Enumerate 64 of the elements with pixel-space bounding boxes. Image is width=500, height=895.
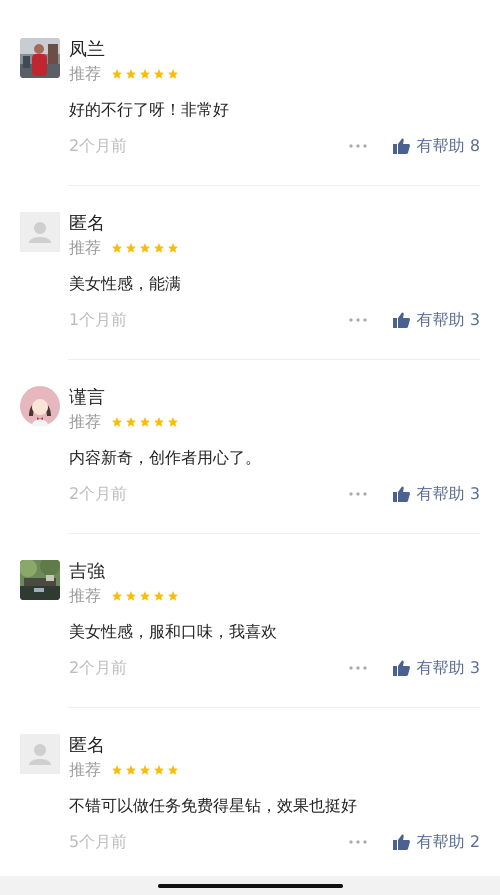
review-time: 2个月前 <box>69 135 128 157</box>
recommend-label: 推荐 <box>69 63 101 85</box>
thumbs-up-icon <box>392 138 410 154</box>
star-icon <box>167 242 179 254</box>
star-icon <box>125 68 137 80</box>
star-icon <box>125 416 137 428</box>
recommend-label: 推荐 <box>69 237 101 259</box>
helpful-button[interactable]: 有帮助 2 <box>392 830 480 854</box>
star-icon <box>125 590 137 602</box>
star-icon <box>111 764 123 776</box>
star-icon <box>153 764 165 776</box>
star-icon <box>139 242 151 254</box>
reviewer-name: 谨言 <box>69 386 106 410</box>
review-time: 2个月前 <box>69 657 128 679</box>
review-text: 不错可以做任务免费得星钻，效果也挺好 <box>69 795 358 817</box>
star-icon <box>111 416 123 428</box>
review-time: 5个月前 <box>69 831 128 853</box>
star-icon <box>167 416 179 428</box>
star-icon <box>139 68 151 80</box>
review-text: 好的不行了呀！非常好 <box>69 99 230 121</box>
star-icon <box>139 416 151 428</box>
star-icon <box>125 764 137 776</box>
reviewer-name: 吉強 <box>69 560 106 584</box>
star-icon <box>153 68 165 80</box>
recommend-label: 推荐 <box>69 585 101 607</box>
helpful-button[interactable]: 有帮助 3 <box>392 656 480 680</box>
star-icon <box>153 242 165 254</box>
more-icon[interactable] <box>348 840 367 844</box>
star-icon <box>167 68 179 80</box>
more-icon[interactable] <box>348 666 367 670</box>
review-text: 美女性感，能满 <box>69 273 182 295</box>
recommend-label: 推荐 <box>69 411 101 433</box>
star-icon <box>139 764 151 776</box>
star-icon <box>153 416 165 428</box>
reviewer-name: 匿名 <box>69 212 106 236</box>
reviewer-name: 凤兰 <box>69 38 106 62</box>
avatar-icon <box>20 734 60 774</box>
helpful-button[interactable]: 有帮助 3 <box>392 308 480 332</box>
star-icon <box>111 68 123 80</box>
thumbs-up-icon <box>392 660 410 676</box>
thumbs-up-icon <box>392 312 410 328</box>
more-icon[interactable] <box>348 492 367 496</box>
review-time: 2个月前 <box>69 483 128 505</box>
star-icon <box>167 590 179 602</box>
star-icon <box>153 590 165 602</box>
thumbs-up-icon <box>392 834 410 850</box>
star-icon <box>139 590 151 602</box>
avatar-icon <box>20 386 60 426</box>
review-text: 内容新奇，创作者用心了。 <box>69 447 262 469</box>
star-icon <box>111 242 123 254</box>
star-icon <box>125 242 137 254</box>
review-time: 1个月前 <box>69 309 128 331</box>
avatar-icon <box>20 212 60 252</box>
helpful-button[interactable]: 有帮助 8 <box>392 134 480 158</box>
more-icon[interactable] <box>348 318 367 322</box>
review-text: 美女性感，服和口味，我喜欢 <box>69 621 278 643</box>
recommend-label: 推荐 <box>69 759 101 781</box>
thumbs-up-icon <box>392 486 410 502</box>
more-icon[interactable] <box>348 144 367 148</box>
helpful-button[interactable]: 有帮助 3 <box>392 482 480 506</box>
star-icon <box>111 590 123 602</box>
star-icon <box>167 764 179 776</box>
reviewer-name: 匿名 <box>69 734 106 758</box>
home-indicator[interactable] <box>158 884 342 888</box>
